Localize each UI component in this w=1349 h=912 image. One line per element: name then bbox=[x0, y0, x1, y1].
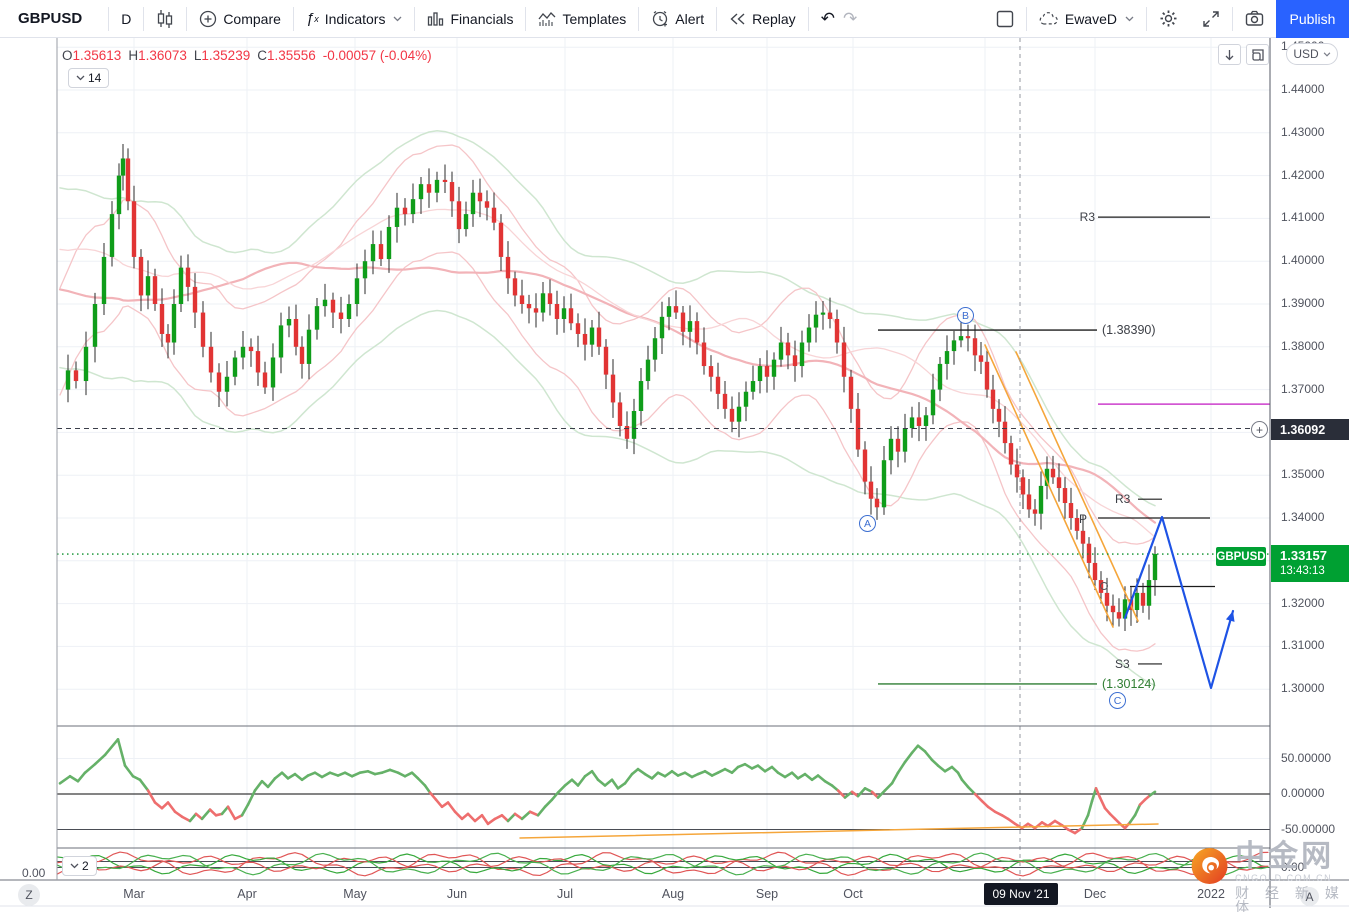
elliott-wave-a-label[interactable]: A bbox=[859, 515, 876, 532]
pane3-length-button[interactable]: 2 bbox=[62, 856, 97, 876]
arrow-down-icon bbox=[1225, 49, 1234, 60]
pivot-p-label[interactable]: P bbox=[1079, 512, 1087, 526]
pivot-s3-label[interactable]: S3 bbox=[1115, 657, 1130, 671]
add-alert-plus-icon[interactable]: + bbox=[1251, 421, 1268, 438]
chevron-down-icon bbox=[70, 863, 79, 869]
ohlc-legend: O1.35613 H1.36073 L1.35239 C1.35556 -0.0… bbox=[62, 48, 432, 63]
chevron-down-icon bbox=[1323, 51, 1331, 57]
high-value: 1.36073 bbox=[138, 48, 187, 63]
scroll-to-recent-button[interactable] bbox=[1218, 44, 1241, 65]
change-value: -0.00057 (-0.04%) bbox=[322, 48, 432, 63]
currency-toggle[interactable]: USD bbox=[1286, 43, 1338, 65]
crosshair-date-badge: 09 Nov '21 bbox=[984, 883, 1058, 905]
z-corner-badge[interactable]: Z bbox=[18, 884, 40, 906]
close-label: C1.35556 bbox=[257, 48, 316, 63]
drawn-level-price-badge[interactable]: 1.36092 bbox=[1271, 419, 1349, 440]
frame-icon bbox=[1251, 48, 1264, 61]
elliott-wave-b-label[interactable]: B bbox=[957, 307, 974, 324]
trading-chart-app: GBPUSD D Compare ƒx Indicators Financial… bbox=[0, 0, 1349, 912]
last-price-badge[interactable]: 1.33157 13:43:13 bbox=[1271, 545, 1349, 582]
indicator-length-value: 14 bbox=[88, 71, 102, 85]
open-value: 1.35613 bbox=[72, 48, 122, 63]
open-label: O1.35613 bbox=[62, 48, 122, 63]
indicator-length-button[interactable]: 14 bbox=[68, 68, 110, 88]
chevron-down-icon bbox=[76, 75, 85, 81]
low-label: L1.35239 bbox=[193, 48, 251, 63]
maximize-pane-button[interactable] bbox=[1246, 44, 1269, 65]
bar-countdown: 13:43:13 bbox=[1280, 565, 1325, 578]
support-price-label[interactable]: (1.30124) bbox=[1102, 677, 1156, 691]
drawing-anchor-dot[interactable] bbox=[1100, 582, 1108, 590]
currency-label: USD bbox=[1293, 47, 1319, 61]
pivot-r3-upper-label[interactable]: R3 bbox=[1075, 210, 1095, 224]
a-corner-badge[interactable]: A bbox=[1300, 887, 1319, 906]
elliott-wave-c-label[interactable]: C bbox=[1109, 692, 1126, 709]
resistance-price-label[interactable]: (1.38390) bbox=[1102, 323, 1156, 337]
chart-canvas[interactable] bbox=[0, 0, 1349, 912]
close-value: 1.35556 bbox=[266, 48, 316, 63]
low-value: 1.35239 bbox=[201, 48, 251, 63]
pane3-length-value: 2 bbox=[82, 859, 89, 873]
high-label: H1.36073 bbox=[128, 48, 187, 63]
symbol-price-label: GBPUSD bbox=[1216, 547, 1266, 566]
last-price-value: 1.33157 bbox=[1280, 548, 1327, 563]
pivot-r3-label[interactable]: R3 bbox=[1115, 492, 1130, 506]
